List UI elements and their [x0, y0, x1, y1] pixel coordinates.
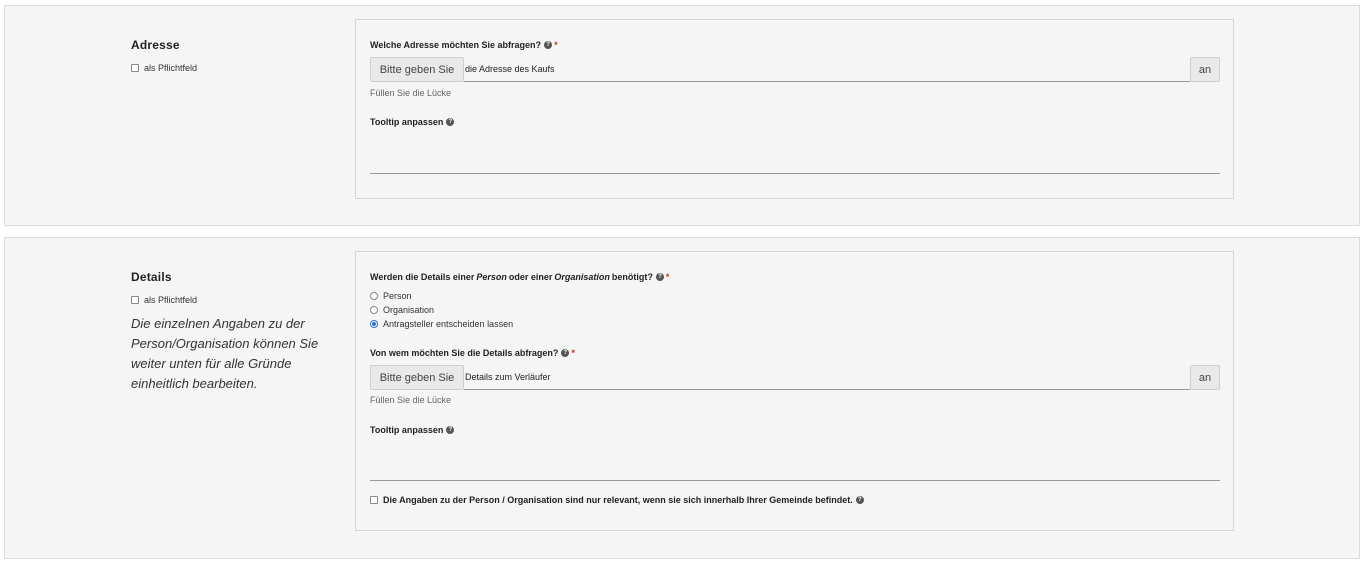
- input-prefix: Bitte geben Sie: [370, 365, 464, 390]
- details-input-group: Bitte geben Sie Details zum Verläufer an: [370, 365, 1220, 390]
- address-card: Welche Adresse möchten Sie abfragen? ? *…: [355, 19, 1234, 199]
- section-title: Details: [131, 270, 172, 284]
- details-input[interactable]: Details zum Verläufer: [464, 365, 1190, 390]
- who-question-label: Von wem möchten Sie die Details abfragen…: [370, 348, 575, 358]
- question-person: Person: [476, 272, 507, 282]
- help-icon[interactable]: ?: [855, 496, 864, 504]
- question-text: Welche Adresse möchten Sie abfragen?: [370, 40, 542, 50]
- radio-button[interactable]: [370, 292, 378, 300]
- question-text-part3: benötigt?: [611, 272, 653, 282]
- required-checkbox[interactable]: [131, 296, 139, 304]
- tooltip-input[interactable]: [370, 144, 1220, 174]
- required-checkbox-row[interactable]: als Pflichtfeld: [131, 295, 341, 305]
- radio-button[interactable]: [370, 306, 378, 314]
- help-icon[interactable]: ?: [561, 349, 570, 357]
- question-organisation: Organisation: [554, 272, 610, 282]
- tooltip-label-text: Tooltip anpassen: [370, 117, 444, 127]
- relevance-checkbox[interactable]: [370, 496, 378, 504]
- details-section: Details als Pflichtfeld Die einzelnen An…: [4, 237, 1360, 559]
- question-label: Werden die Details einer Person oder ein…: [370, 272, 669, 282]
- help-icon[interactable]: ?: [446, 426, 455, 434]
- details-section-left: Details als Pflichtfeld Die einzelnen An…: [131, 270, 341, 394]
- question-text-part2: oder einer: [508, 272, 553, 282]
- radio-label: Person: [383, 291, 412, 301]
- help-icon[interactable]: ?: [446, 118, 455, 126]
- help-icon[interactable]: ?: [544, 41, 553, 49]
- required-star: *: [571, 348, 575, 358]
- required-star: *: [665, 272, 670, 282]
- relevance-label: Die Angaben zu der Person / Organisation…: [383, 495, 853, 505]
- required-label: als Pflichtfeld: [144, 295, 198, 305]
- tooltip-label: Tooltip anpassen ?: [370, 117, 455, 127]
- details-note: Die einzelnen Angaben zu der Person/Orga…: [131, 316, 319, 391]
- address-input[interactable]: die Adresse des Kaufs: [464, 57, 1190, 82]
- tooltip-label-text: Tooltip anpassen: [370, 425, 444, 435]
- input-hint: Füllen Sie die Lücke: [370, 88, 452, 98]
- input-suffix: an: [1190, 365, 1220, 390]
- details-card: Werden die Details einer Person oder ein…: [355, 251, 1234, 531]
- radio-option-person[interactable]: Person: [370, 291, 412, 301]
- who-question-text: Von wem möchten Sie die Details abfragen…: [370, 348, 559, 358]
- radio-option-applicant[interactable]: Antragsteller entscheiden lassen: [370, 319, 513, 329]
- required-star: *: [554, 40, 558, 50]
- radio-label: Antragsteller entscheiden lassen: [383, 319, 514, 329]
- radio-label: Organisation: [383, 305, 435, 315]
- section-title: Adresse: [131, 38, 180, 52]
- required-checkbox[interactable]: [131, 64, 139, 72]
- input-hint: Füllen Sie die Lücke: [370, 395, 452, 405]
- question-label: Welche Adresse möchten Sie abfragen? ? *: [370, 40, 558, 50]
- help-icon[interactable]: ?: [655, 273, 664, 281]
- question-text-part1: Werden die Details einer: [370, 272, 475, 282]
- radio-button-selected[interactable]: [370, 320, 378, 328]
- required-label: als Pflichtfeld: [144, 63, 198, 73]
- address-section: Adresse als Pflichtfeld Welche Adresse m…: [4, 5, 1360, 226]
- tooltip-input[interactable]: [370, 451, 1220, 481]
- relevance-checkbox-row[interactable]: Die Angaben zu der Person / Organisation…: [370, 495, 864, 505]
- input-prefix: Bitte geben Sie: [370, 57, 464, 82]
- input-suffix: an: [1190, 57, 1220, 82]
- required-checkbox-row[interactable]: als Pflichtfeld: [131, 63, 341, 73]
- radio-option-organisation[interactable]: Organisation: [370, 305, 434, 315]
- tooltip-label: Tooltip anpassen ?: [370, 425, 455, 435]
- address-input-group: Bitte geben Sie die Adresse des Kaufs an: [370, 57, 1220, 82]
- address-section-left: Adresse als Pflichtfeld: [131, 38, 341, 73]
